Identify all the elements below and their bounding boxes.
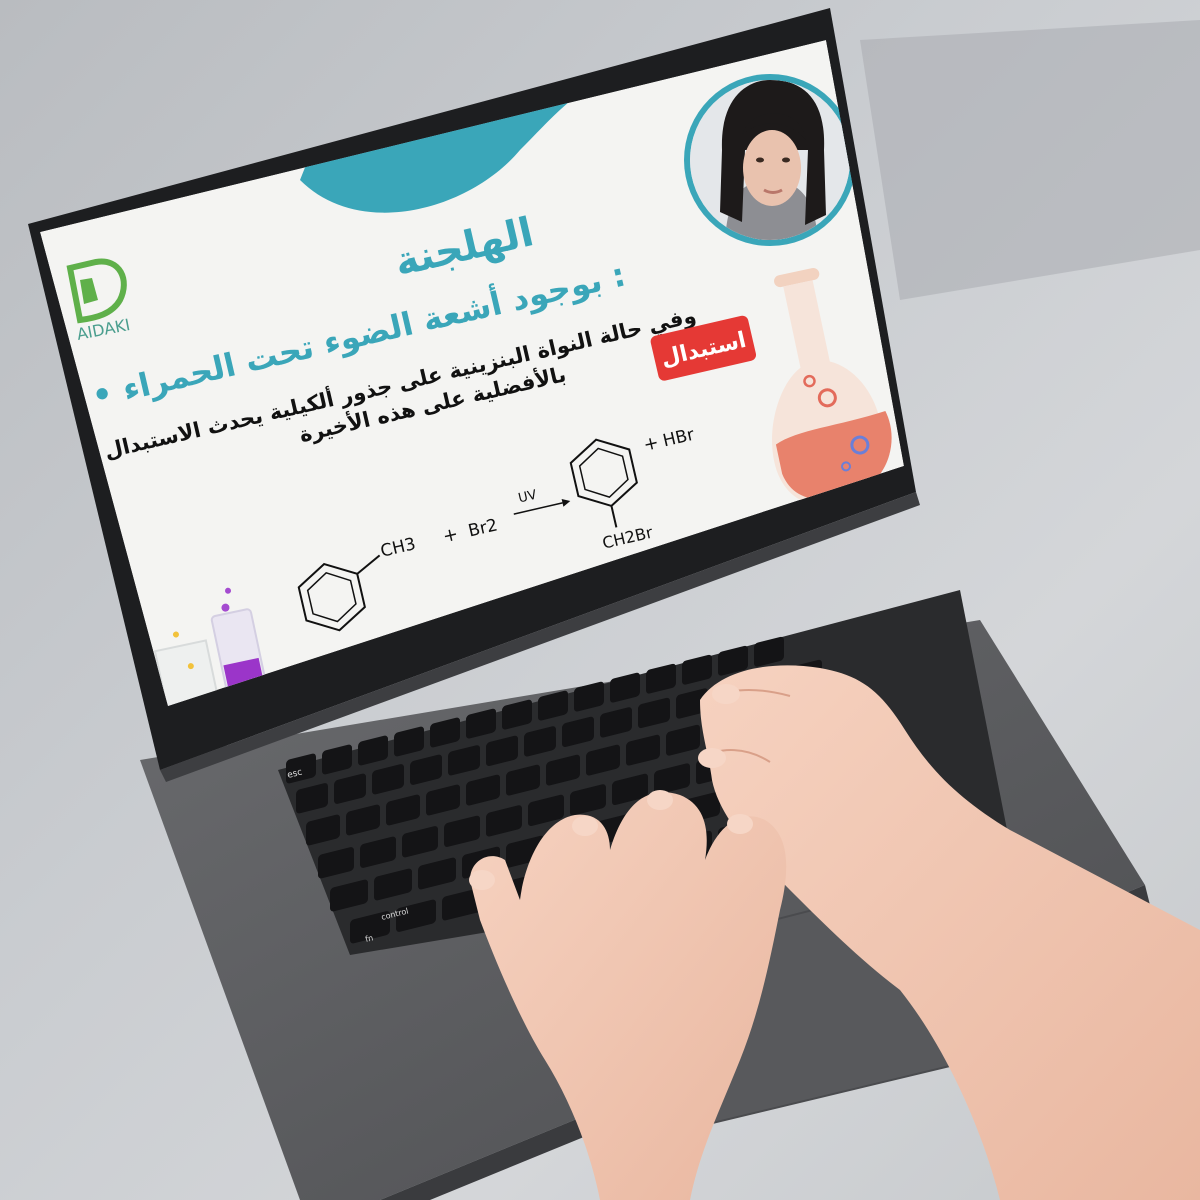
laptop-photo: esc control fn AIDAKI الهلجنة • بوجود أش… xyxy=(28,8,1200,1200)
